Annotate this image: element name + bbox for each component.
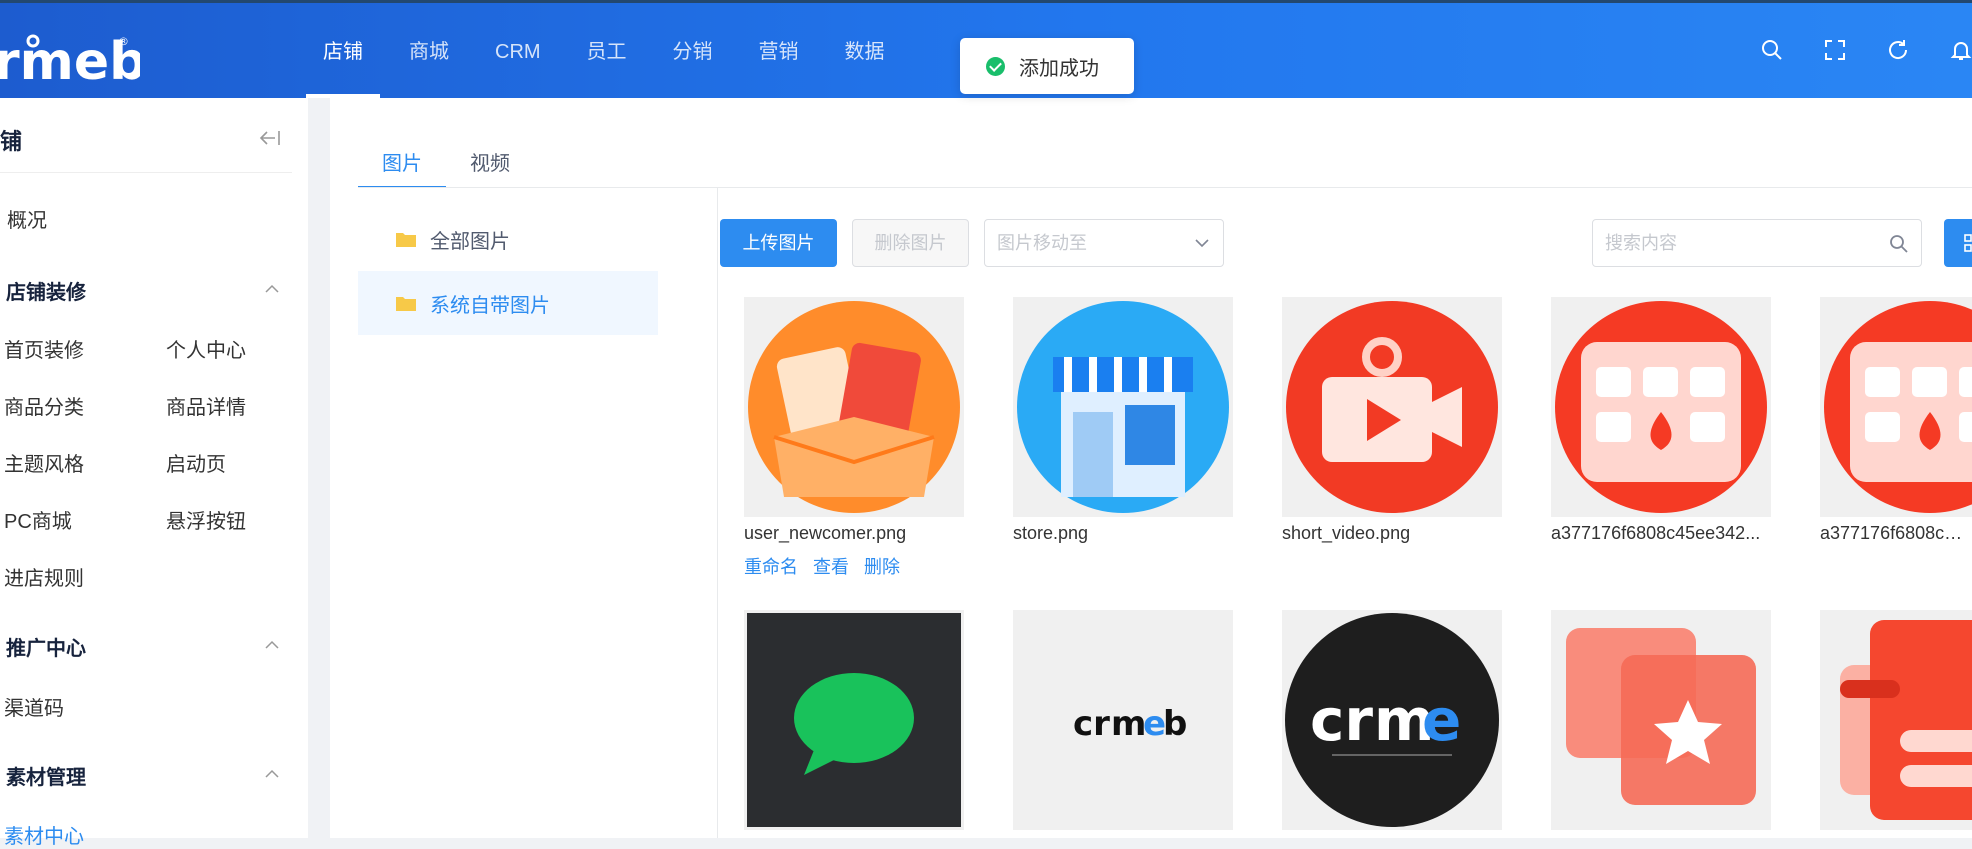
sidebar-item-home-decoration[interactable]: 首页装修 bbox=[4, 334, 84, 363]
image-filename: store.png bbox=[1013, 523, 1089, 543]
sidebar: 铺 概况 店铺装修 首页装修 个人中心 商品分类 商品详情 主题风格 启动页 P… bbox=[0, 98, 308, 848]
category-all-images[interactable]: 全部图片 bbox=[358, 207, 658, 271]
check-circle-icon bbox=[986, 56, 1005, 76]
image-filename: short_video.png bbox=[1282, 523, 1411, 543]
image-thumb-a377-2[interactable] bbox=[1820, 297, 1972, 517]
sidebar-item-theme-style[interactable]: 主题风格 bbox=[4, 448, 84, 477]
search-icon[interactable] bbox=[1761, 39, 1783, 61]
image-thumb-favorite[interactable] bbox=[1551, 610, 1771, 830]
chevron-up-icon[interactable] bbox=[265, 769, 279, 779]
folder-icon bbox=[396, 233, 416, 247]
svg-text:b: b bbox=[1163, 704, 1187, 744]
chevron-up-icon[interactable] bbox=[265, 284, 279, 294]
image-thumb-a377-1[interactable] bbox=[1551, 297, 1771, 517]
sidebar-item-user-center[interactable]: 个人中心 bbox=[166, 334, 246, 363]
nav-distribution[interactable]: 分销 bbox=[650, 3, 736, 98]
collapse-icon[interactable] bbox=[258, 128, 282, 148]
sidebar-item-float-button[interactable]: 悬浮按钮 bbox=[166, 505, 246, 534]
crmeb-logo[interactable]: rmeb ® bbox=[0, 31, 140, 86]
sidebar-group-promotion[interactable]: 推广中心 bbox=[6, 632, 86, 661]
move-to-select[interactable]: 图片移动至 bbox=[984, 219, 1224, 267]
move-to-placeholder: 图片移动至 bbox=[997, 233, 1087, 253]
tab-images[interactable]: 图片 bbox=[358, 148, 446, 188]
image-thumb-order[interactable] bbox=[1820, 610, 1972, 830]
nav-staff[interactable]: 员工 bbox=[564, 3, 650, 98]
chevron-down-icon bbox=[1195, 239, 1209, 248]
category-panel: 全部图片 系统自带图片 bbox=[358, 188, 718, 838]
image-thumb-short-video[interactable] bbox=[1282, 297, 1502, 517]
image-thumb-store[interactable] bbox=[1013, 297, 1233, 517]
image-thumb-wechat[interactable] bbox=[744, 610, 964, 830]
fullscreen-icon[interactable] bbox=[1824, 39, 1846, 61]
svg-text:e: e bbox=[1422, 686, 1461, 754]
delete-link[interactable]: 删除 bbox=[864, 553, 900, 579]
chevron-up-icon[interactable] bbox=[265, 640, 279, 650]
sidebar-item-overview[interactable]: 概况 bbox=[7, 204, 47, 233]
sidebar-item-entry-rules[interactable]: 进店规则 bbox=[4, 562, 84, 591]
svg-text:cr: cr bbox=[1310, 686, 1373, 754]
category-label: 系统自带图片 bbox=[430, 294, 550, 317]
category-system-images[interactable]: 系统自带图片 bbox=[358, 271, 658, 335]
refresh-icon[interactable] bbox=[1887, 39, 1909, 61]
sidebar-item-pc-mall[interactable]: PC商城 bbox=[4, 505, 72, 534]
search-placeholder: 搜索内容 bbox=[1605, 233, 1677, 253]
sidebar-group-materials[interactable]: 素材管理 bbox=[6, 761, 86, 790]
image-filename: user_newcomer.png bbox=[744, 523, 907, 543]
main-content: 图片 视频 全部图片 系统自带图片 上传图片 删除图片 图片移动至 搜索内容 u… bbox=[330, 98, 1972, 838]
sidebar-item-product-detail[interactable]: 商品详情 bbox=[166, 391, 246, 420]
sidebar-title: 铺 bbox=[0, 129, 23, 154]
upload-image-button[interactable]: 上传图片 bbox=[720, 219, 837, 267]
image-thumb-crmeb-dark[interactable]: cr m e bbox=[1282, 610, 1502, 830]
grid-icon bbox=[1964, 234, 1972, 252]
nav-data[interactable]: 数据 bbox=[822, 3, 908, 98]
media-tabs: 图片 视频 bbox=[358, 148, 534, 188]
sidebar-item-material-center[interactable]: 素材中心 bbox=[4, 820, 84, 849]
rename-link[interactable]: 重命名 bbox=[744, 553, 798, 579]
search-icon[interactable] bbox=[1889, 234, 1909, 254]
sidebar-item-product-category[interactable]: 商品分类 bbox=[4, 391, 84, 420]
toast-message: 添加成功 bbox=[1019, 57, 1099, 80]
image-filename: a377176f6808c45ee342... bbox=[1551, 523, 1761, 543]
nav-mall[interactable]: 商城 bbox=[386, 3, 472, 98]
nav-crm[interactable]: CRM bbox=[472, 3, 564, 98]
sidebar-divider bbox=[0, 172, 292, 173]
category-label: 全部图片 bbox=[430, 230, 510, 253]
sidebar-item-channel-code[interactable]: 渠道码 bbox=[4, 692, 64, 721]
delete-image-button[interactable]: 删除图片 bbox=[852, 219, 969, 267]
nav-store[interactable]: 店铺 bbox=[300, 3, 386, 98]
view-link[interactable]: 查看 bbox=[813, 553, 849, 579]
image-thumb-crmeb-light[interactable]: cr m e b bbox=[1013, 610, 1233, 830]
sidebar-group-decoration[interactable]: 店铺装修 bbox=[6, 276, 86, 305]
image-thumb-user-newcomer[interactable] bbox=[744, 297, 964, 517]
header-tools bbox=[1720, 39, 1972, 61]
bell-icon[interactable] bbox=[1950, 39, 1972, 61]
svg-text:m: m bbox=[1111, 704, 1146, 744]
view-mode-button[interactable] bbox=[1944, 219, 1972, 267]
folder-icon bbox=[396, 297, 416, 311]
nav-marketing[interactable]: 营销 bbox=[736, 3, 822, 98]
sidebar-item-launch-page[interactable]: 启动页 bbox=[166, 448, 226, 477]
success-toast: 添加成功 bbox=[960, 38, 1134, 94]
tab-videos[interactable]: 视频 bbox=[446, 148, 534, 188]
svg-text:®: ® bbox=[118, 35, 129, 48]
search-input[interactable]: 搜索内容 bbox=[1592, 219, 1922, 267]
svg-text:cr: cr bbox=[1073, 704, 1110, 744]
image-filename: a377176f6808c45e bbox=[1820, 523, 1972, 543]
